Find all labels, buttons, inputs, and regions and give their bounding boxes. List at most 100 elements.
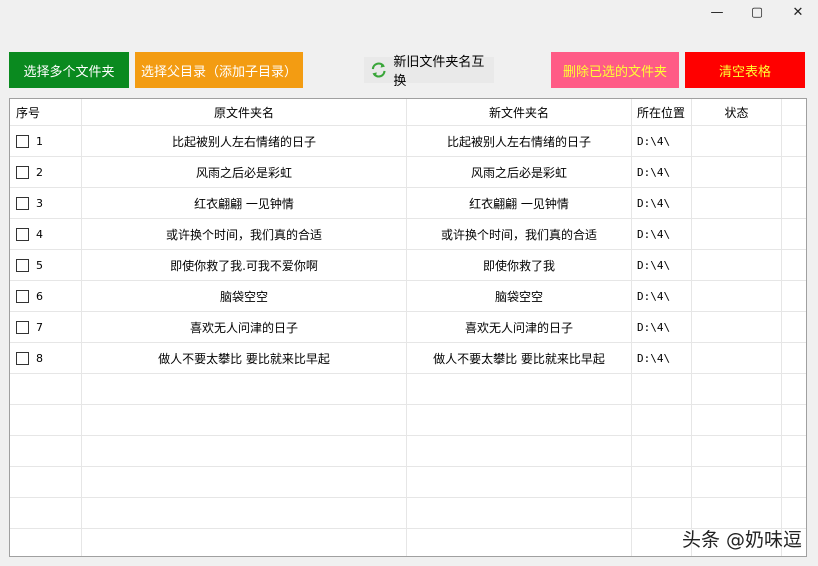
index-cell: 5 [10, 250, 82, 280]
row-checkbox[interactable] [16, 320, 29, 334]
table-row[interactable]: 8 做人不要太攀比 要比就来比早起 做人不要太攀比 要比就来比早起 D:\4\ [10, 343, 806, 374]
select-multiple-folders-button[interactable]: 选择多个文件夹 [9, 52, 129, 88]
empty-cell [10, 529, 82, 556]
header-new-name[interactable]: 新文件夹名 [407, 99, 632, 125]
empty-cell [782, 405, 806, 435]
empty-cell [632, 405, 692, 435]
table-header: 序号 原文件夹名 新文件夹名 所在位置 状态 [10, 99, 806, 126]
filler-cell [782, 188, 806, 218]
empty-cell [782, 498, 806, 528]
new-name-cell[interactable]: 或许换个时间，我们真的合适 [407, 219, 632, 249]
row-checkbox[interactable] [16, 165, 29, 179]
location-cell: D:\4\ [632, 219, 692, 249]
row-index: 1 [36, 134, 43, 148]
maximize-button[interactable]: ▢ [737, 0, 777, 24]
header-filler [782, 99, 806, 125]
row-checkbox[interactable] [16, 258, 29, 272]
row-checkbox[interactable] [16, 227, 29, 241]
location-cell: D:\4\ [632, 188, 692, 218]
empty-cell [10, 498, 82, 528]
row-index: 6 [36, 289, 43, 303]
table-row[interactable]: 4 或许换个时间，我们真的合适 或许换个时间，我们真的合适 D:\4\ [10, 219, 806, 250]
location-cell: D:\4\ [632, 157, 692, 187]
row-index: 4 [36, 227, 43, 241]
header-location[interactable]: 所在位置 [632, 99, 692, 125]
new-name-cell[interactable]: 做人不要太攀比 要比就来比早起 [407, 343, 632, 373]
select-parent-directory-button[interactable]: 选择父目录（添加子目录） [135, 52, 303, 88]
empty-cell [407, 467, 632, 497]
filler-cell [782, 250, 806, 280]
clear-table-button[interactable]: 清空表格 [685, 52, 805, 88]
table-row[interactable]: 5 即使你救了我.可我不爱你啊 即使你救了我 D:\4\ [10, 250, 806, 281]
table-row[interactable]: 2 风雨之后必是彩虹 风雨之后必是彩虹 D:\4\ [10, 157, 806, 188]
new-name-cell[interactable]: 风雨之后必是彩虹 [407, 157, 632, 187]
status-cell [692, 250, 782, 280]
original-name-cell: 风雨之后必是彩虹 [82, 157, 407, 187]
filler-cell [782, 157, 806, 187]
empty-row [10, 374, 806, 405]
table-row[interactable]: 7 喜欢无人问津的日子 喜欢无人问津的日子 D:\4\ [10, 312, 806, 343]
new-name-cell[interactable]: 比起被别人左右情绪的日子 [407, 126, 632, 156]
delete-selected-folders-button[interactable]: 删除已选的文件夹 [551, 52, 679, 88]
row-index: 8 [36, 351, 43, 365]
original-name-cell: 喜欢无人问津的日子 [82, 312, 407, 342]
table-row[interactable]: 3 红衣翩翩 一见钟情 红衣翩翩 一见钟情 D:\4\ [10, 188, 806, 219]
new-name-cell[interactable]: 红衣翩翩 一见钟情 [407, 188, 632, 218]
empty-cell [407, 529, 632, 556]
row-checkbox[interactable] [16, 134, 29, 148]
refresh-icon [371, 62, 386, 78]
original-name-cell: 做人不要太攀比 要比就来比早起 [82, 343, 407, 373]
location-cell: D:\4\ [632, 281, 692, 311]
empty-cell [407, 436, 632, 466]
empty-row [10, 436, 806, 467]
header-index[interactable]: 序号 [10, 99, 82, 125]
minimize-icon: — [710, 4, 724, 20]
empty-cell [10, 374, 82, 404]
table-row[interactable]: 1 比起被别人左右情绪的日子 比起被别人左右情绪的日子 D:\4\ [10, 126, 806, 157]
watermark: 头条 @奶味逗 [681, 529, 802, 551]
location-cell: D:\4\ [632, 312, 692, 342]
swap-names-button[interactable]: 新旧文件夹名互换 [364, 55, 494, 89]
empty-cell [692, 498, 782, 528]
new-name-cell[interactable]: 脑袋空空 [407, 281, 632, 311]
close-icon: ✕ [792, 4, 804, 20]
index-cell: 6 [10, 281, 82, 311]
header-status[interactable]: 状态 [692, 99, 782, 125]
empty-cell [692, 374, 782, 404]
row-checkbox[interactable] [16, 289, 29, 303]
empty-cell [632, 436, 692, 466]
folder-table[interactable]: 序号 原文件夹名 新文件夹名 所在位置 状态 1 比起被别人左右情绪的日子 比起被别… [9, 98, 807, 557]
index-cell: 4 [10, 219, 82, 249]
row-checkbox[interactable] [16, 351, 29, 365]
status-cell [692, 281, 782, 311]
empty-cell [782, 467, 806, 497]
table-row[interactable]: 6 脑袋空空 脑袋空空 D:\4\ [10, 281, 806, 312]
close-button[interactable]: ✕ [778, 0, 818, 24]
empty-cell [692, 436, 782, 466]
empty-cell [82, 436, 407, 466]
empty-cell [10, 436, 82, 466]
location-cell: D:\4\ [632, 250, 692, 280]
header-original-name[interactable]: 原文件夹名 [82, 99, 407, 125]
location-cell: D:\4\ [632, 343, 692, 373]
index-cell: 1 [10, 126, 82, 156]
filler-cell [782, 343, 806, 373]
original-name-cell: 脑袋空空 [82, 281, 407, 311]
empty-cell [632, 374, 692, 404]
empty-cell [632, 498, 692, 528]
empty-cell [10, 467, 82, 497]
status-cell [692, 126, 782, 156]
status-cell [692, 157, 782, 187]
new-name-cell[interactable]: 即使你救了我 [407, 250, 632, 280]
original-name-cell: 比起被别人左右情绪的日子 [82, 126, 407, 156]
minimize-button[interactable]: — [697, 0, 737, 24]
new-name-cell[interactable]: 喜欢无人问津的日子 [407, 312, 632, 342]
row-checkbox[interactable] [16, 196, 29, 210]
row-index: 2 [36, 165, 43, 179]
empty-cell [82, 467, 407, 497]
maximize-icon: ▢ [750, 4, 764, 20]
empty-cell [10, 405, 82, 435]
index-cell: 3 [10, 188, 82, 218]
empty-row [10, 467, 806, 498]
empty-cell [407, 498, 632, 528]
